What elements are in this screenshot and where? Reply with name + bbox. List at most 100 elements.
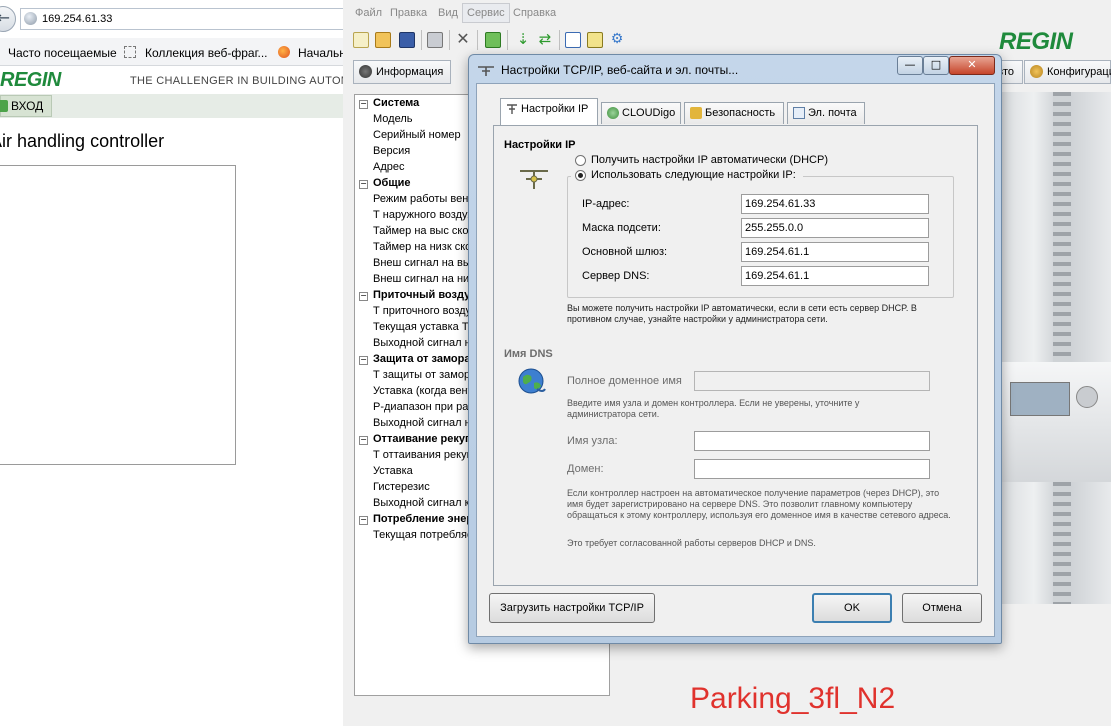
dialog-title: Настройки TCP/IP, веб-сайта и эл. почты.… (501, 63, 739, 77)
cut-icon[interactable]: ✕ (455, 31, 471, 48)
regin-logo: REGIN (0, 69, 61, 91)
menu-view[interactable]: Вид (438, 7, 458, 19)
tab-ip-settings[interactable]: Настройки IP (500, 98, 598, 125)
lock-icon (0, 100, 8, 112)
login-label: ВХОД (11, 99, 44, 113)
dhcp-radio[interactable] (575, 155, 586, 166)
hostname-input[interactable] (694, 431, 930, 451)
fqdn-input (694, 371, 930, 391)
minimize-button[interactable]: — (897, 56, 923, 75)
static-ip-radio-label[interactable]: Использовать следующие настройки IP: (591, 169, 796, 181)
envelope-icon (793, 107, 805, 119)
tree-expander[interactable]: − (359, 292, 368, 301)
back-button[interactable]: ← (0, 6, 16, 32)
ip-settings-content: Настройки IP Получить настройки IP автом… (503, 129, 970, 548)
tab-email[interactable]: Эл. почта (787, 102, 865, 124)
address-bar: ← 169.254.61.33 (0, 6, 350, 32)
print-icon[interactable] (427, 32, 443, 48)
ip-address-input[interactable]: 169.254.61.33 (741, 194, 929, 214)
hostname-label: Имя узла: (567, 435, 618, 447)
url-text[interactable]: 169.254.61.33 (42, 13, 112, 25)
bookmark-frequent[interactable]: Часто посещаемые (8, 46, 117, 60)
chart-icon[interactable] (565, 32, 581, 48)
gear-icon (359, 65, 372, 78)
site-header: REGIN THE CHALLENGER IN BUILDING AUTOMAT… (0, 66, 384, 94)
bookmark-webslices[interactable]: Коллекция веб-фраг... (145, 46, 268, 60)
tab-cloudigo-label: CLOUDigo (622, 107, 676, 119)
tree-expander[interactable]: − (359, 180, 368, 189)
gateway-label: Основной шлюз: (582, 246, 668, 258)
app-regin-logo: REGIN (999, 28, 1073, 55)
wrench-icon (1030, 65, 1043, 78)
globe-icon (518, 368, 546, 394)
network-icon (520, 170, 548, 189)
dhcp-radio-label[interactable]: Получить настройки IP автоматически (DHC… (591, 154, 828, 166)
ip-settings-panel: Настройки IP Получить настройки IP автом… (493, 125, 978, 586)
domain-input[interactable] (694, 459, 930, 479)
download-icon[interactable]: ⇣ (515, 32, 531, 48)
device-display (1010, 382, 1070, 416)
static-ip-radio[interactable] (575, 170, 586, 181)
open-folder-icon[interactable] (375, 32, 391, 48)
content-panel (0, 165, 236, 465)
network-icon (507, 104, 517, 114)
edit-icon[interactable] (587, 32, 603, 48)
menu-help[interactable]: Справка (513, 7, 556, 19)
ok-button[interactable]: OK (812, 593, 892, 623)
menu-edit[interactable]: Правка (390, 7, 427, 19)
close-button[interactable]: ✕ (949, 56, 995, 75)
page-heading: Air handling controller (0, 131, 165, 151)
menu-service[interactable]: Сервис (462, 3, 510, 23)
toolbar: ✕ ⇣ ⇄ ⚙ (343, 26, 1111, 56)
ip-section-title: Настройки IP (504, 139, 576, 151)
login-button[interactable]: ВХОД (0, 95, 52, 117)
tab-configuration-label: Конфигурация (1047, 66, 1111, 78)
ip-note: Вы можете получить настройки IP автомати… (567, 303, 917, 324)
tcpip-settings-dialog: Настройки TCP/IP, веб-сайта и эл. почты.… (468, 54, 1002, 644)
menu-file[interactable]: Файл (355, 7, 382, 19)
maximize-button[interactable]: □ (923, 56, 949, 75)
firefox-icon (278, 46, 290, 58)
browser-window: ← 169.254.61.33 Часто посещаемые Коллекц… (0, 0, 384, 726)
dns-server-input[interactable]: 169.254.61.1 (741, 266, 929, 286)
tab-security[interactable]: Безопасность (684, 102, 784, 124)
controller-photo (1001, 92, 1111, 604)
device-keypad (1076, 386, 1098, 408)
save-icon[interactable] (399, 32, 415, 48)
globe-icon (24, 12, 37, 25)
dns-section-title: Имя DNS (504, 348, 553, 360)
tab-ip-label: Настройки IP (521, 103, 589, 115)
tab-security-label: Безопасность (705, 107, 776, 119)
dns-note: Введите имя узла и домен контроллера. Ес… (567, 398, 860, 419)
dns-server-label: Сервер DNS: (582, 270, 650, 282)
domain-label: Домен: (567, 463, 604, 475)
tab-configuration[interactable]: Конфигурация (1024, 60, 1111, 84)
connect-icon[interactable]: ⚙ (609, 32, 625, 48)
tab-cloudigo[interactable]: CLOUDigo (601, 102, 681, 124)
tree-expander[interactable]: − (359, 436, 368, 445)
watermark-label: Parking_3fl_N2 (690, 682, 896, 715)
menu-bar: Файл Правка Вид Сервис Справка (343, 2, 1111, 24)
login-bar: ВХОД (0, 94, 343, 118)
tree-expander[interactable]: − (359, 100, 368, 109)
tree-expander[interactable]: − (359, 516, 368, 525)
subnet-mask-input[interactable]: 255.255.0.0 (741, 218, 929, 238)
transfer-icon[interactable]: ⇄ (537, 32, 553, 48)
web-slice-icon (124, 46, 136, 58)
subnet-mask-label: Маска подсети: (582, 222, 661, 234)
dialog-client: Настройки IP CLOUDigo Безопасность Эл. п… (476, 83, 995, 637)
new-file-icon[interactable] (353, 32, 369, 48)
cancel-button[interactable]: Отмена (902, 593, 982, 623)
tab-info[interactable]: Информация (353, 60, 451, 84)
gateway-input[interactable]: 169.254.61.1 (741, 242, 929, 262)
din-rail (1053, 92, 1071, 604)
dhcp-dns-note: Если контроллер настроен на автоматическ… (567, 488, 951, 520)
network-icon (478, 66, 494, 76)
cloud-icon (607, 107, 619, 119)
static-ip-legend: Использовать следующие настройки IP: (571, 169, 803, 183)
refresh-icon[interactable] (485, 32, 501, 48)
tree-expander[interactable]: − (359, 356, 368, 365)
load-tcpip-button[interactable]: Загрузить настройки TCP/IP (489, 593, 655, 623)
fqdn-label: Полное доменное имя (567, 375, 682, 387)
controller-device (1001, 362, 1111, 482)
